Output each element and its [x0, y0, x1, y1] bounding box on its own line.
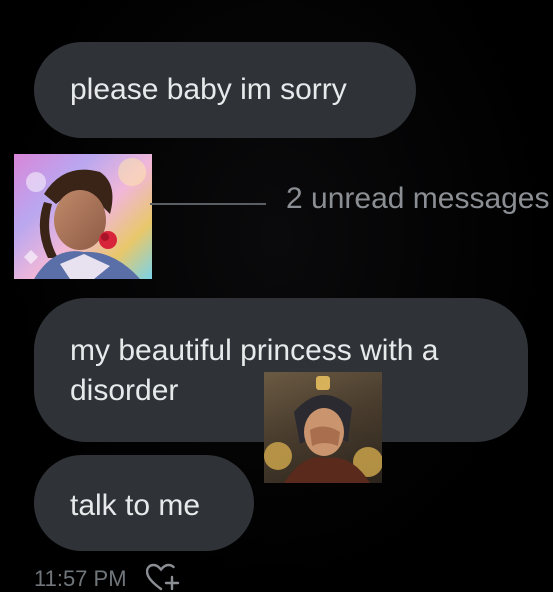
heart-plus-icon[interactable] — [145, 563, 180, 592]
message-bubble[interactable]: please baby im sorry — [34, 42, 416, 138]
sticker-image[interactable] — [264, 372, 382, 483]
avatar-image — [23, 158, 146, 279]
message-text: talk to me — [70, 489, 201, 522]
avatar[interactable] — [14, 154, 152, 279]
message-text: please baby im sorry — [70, 73, 347, 106]
dm-conversation: please baby im sorry 2 unread messages m… — [0, 0, 553, 592]
message-bubble[interactable]: talk to me — [34, 455, 254, 551]
anime-facepalm-sticker — [264, 376, 382, 483]
unread-divider-line — [150, 203, 266, 205]
message-timestamp: 11:57 PM — [34, 566, 127, 591]
unread-messages-label: 2 unread messages — [286, 182, 550, 215]
